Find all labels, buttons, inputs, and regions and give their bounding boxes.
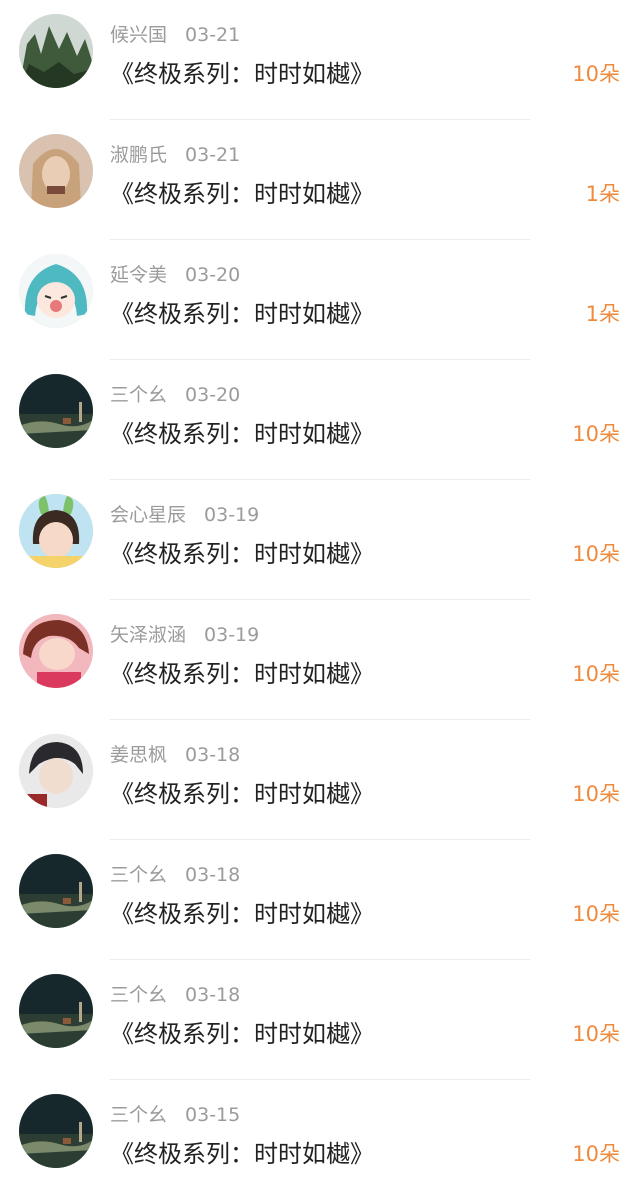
user-name[interactable]: 会心星辰	[110, 504, 186, 526]
book-title[interactable]: 《终极系列：时时如樾》	[110, 1014, 374, 1049]
book-title[interactable]: 《终极系列：时时如樾》	[110, 774, 374, 809]
book-title[interactable]: 《终极系列：时时如樾》	[110, 534, 374, 569]
avatar[interactable]	[19, 254, 93, 328]
user-name[interactable]: 三个幺	[110, 1104, 167, 1126]
long-hair-girl-icon	[19, 134, 93, 208]
record-date: 03-19	[204, 504, 260, 526]
pink-photo-girl-icon	[19, 614, 93, 688]
gift-record-list: 候兴国 03-21 《终极系列：时时如樾》 10朵 淑鹏氏 03-21 《终极系列：…	[0, 0, 640, 1200]
record-date: 03-20	[185, 384, 241, 406]
dark-field-scene-icon	[19, 374, 93, 448]
flower-count: 10朵	[572, 422, 620, 446]
list-item[interactable]: 三个幺 03-15 《终极系列：时时如樾》 10朵	[0, 1080, 640, 1200]
record-meta: 候兴国 03-21	[110, 20, 240, 47]
user-name[interactable]: 三个幺	[110, 384, 167, 406]
flower-count: 10朵	[572, 782, 620, 806]
list-item[interactable]: 候兴国 03-21 《终极系列：时时如樾》 10朵	[0, 0, 640, 120]
book-title[interactable]: 《终极系列：时时如樾》	[110, 174, 374, 209]
record-meta: 淑鹏氏 03-21	[110, 140, 240, 167]
avatar[interactable]	[19, 14, 93, 88]
avatar[interactable]	[19, 614, 93, 688]
user-name[interactable]: 淑鹏氏	[110, 144, 167, 166]
user-name[interactable]: 三个幺	[110, 984, 167, 1006]
avatar[interactable]	[19, 734, 93, 808]
record-meta: 延令美 03-20	[110, 260, 240, 287]
avatar[interactable]	[19, 1094, 93, 1168]
avatar[interactable]	[19, 974, 93, 1048]
record-meta: 三个幺 03-18	[110, 860, 240, 887]
user-name[interactable]: 延令美	[110, 264, 167, 286]
avatar[interactable]	[19, 134, 93, 208]
avatar[interactable]	[19, 494, 93, 568]
book-title[interactable]: 《终极系列：时时如樾》	[110, 54, 374, 89]
book-title[interactable]: 《终极系列：时时如樾》	[110, 1134, 374, 1169]
dark-field-scene-icon	[19, 1094, 93, 1168]
record-meta: 会心星辰 03-19	[110, 500, 259, 527]
list-item[interactable]: 淑鹏氏 03-21 《终极系列：时时如樾》 1朵	[0, 120, 640, 240]
avatar[interactable]	[19, 854, 93, 928]
record-date: 03-18	[185, 744, 241, 766]
record-date: 03-21	[185, 24, 241, 46]
child-with-bunny-ears-icon	[19, 494, 93, 568]
book-title[interactable]: 《终极系列：时时如樾》	[110, 894, 374, 929]
record-date: 03-15	[185, 1104, 241, 1126]
record-meta: 姜思枫 03-18	[110, 740, 240, 767]
record-meta: 三个幺 03-18	[110, 980, 240, 1007]
book-title[interactable]: 《终极系列：时时如樾》	[110, 294, 374, 329]
list-item[interactable]: 三个幺 03-18 《终极系列：时时如樾》 10朵	[0, 960, 640, 1080]
flower-count: 10朵	[572, 1022, 620, 1046]
user-name[interactable]: 候兴国	[110, 24, 167, 46]
book-title[interactable]: 《终极系列：时时如樾》	[110, 414, 374, 449]
mountain-landscape-icon	[19, 14, 93, 88]
user-name[interactable]: 三个幺	[110, 864, 167, 886]
book-title[interactable]: 《终极系列：时时如樾》	[110, 654, 374, 689]
flower-count: 1朵	[585, 302, 620, 326]
user-name[interactable]: 姜思枫	[110, 744, 167, 766]
record-date: 03-18	[185, 984, 241, 1006]
record-meta: 三个幺 03-20	[110, 380, 240, 407]
user-name[interactable]: 矢泽淑涵	[110, 624, 186, 646]
flower-count: 10朵	[572, 662, 620, 686]
list-item[interactable]: 三个幺 03-18 《终极系列：时时如樾》 10朵	[0, 840, 640, 960]
record-date: 03-20	[185, 264, 241, 286]
list-item[interactable]: 会心星辰 03-19 《终极系列：时时如樾》 10朵	[0, 480, 640, 600]
dark-field-scene-icon	[19, 854, 93, 928]
list-item[interactable]: 延令美 03-20 《终极系列：时时如樾》 1朵	[0, 240, 640, 360]
record-date: 03-18	[185, 864, 241, 886]
record-meta: 三个幺 03-15	[110, 1100, 240, 1127]
record-date: 03-19	[204, 624, 260, 646]
list-item[interactable]: 矢泽淑涵 03-19 《终极系列：时时如樾》 10朵	[0, 600, 640, 720]
boy-portrait-icon	[19, 734, 93, 808]
anime-teal-hair-icon	[19, 254, 93, 328]
record-date: 03-21	[185, 144, 241, 166]
record-meta: 矢泽淑涵 03-19	[110, 620, 259, 647]
dark-field-scene-icon	[19, 974, 93, 1048]
avatar[interactable]	[19, 374, 93, 448]
flower-count: 10朵	[572, 1142, 620, 1166]
flower-count: 10朵	[572, 542, 620, 566]
flower-count: 10朵	[572, 902, 620, 926]
flower-count: 1朵	[585, 182, 620, 206]
list-item[interactable]: 姜思枫 03-18 《终极系列：时时如樾》 10朵	[0, 720, 640, 840]
flower-count: 10朵	[572, 62, 620, 86]
list-item[interactable]: 三个幺 03-20 《终极系列：时时如樾》 10朵	[0, 360, 640, 480]
